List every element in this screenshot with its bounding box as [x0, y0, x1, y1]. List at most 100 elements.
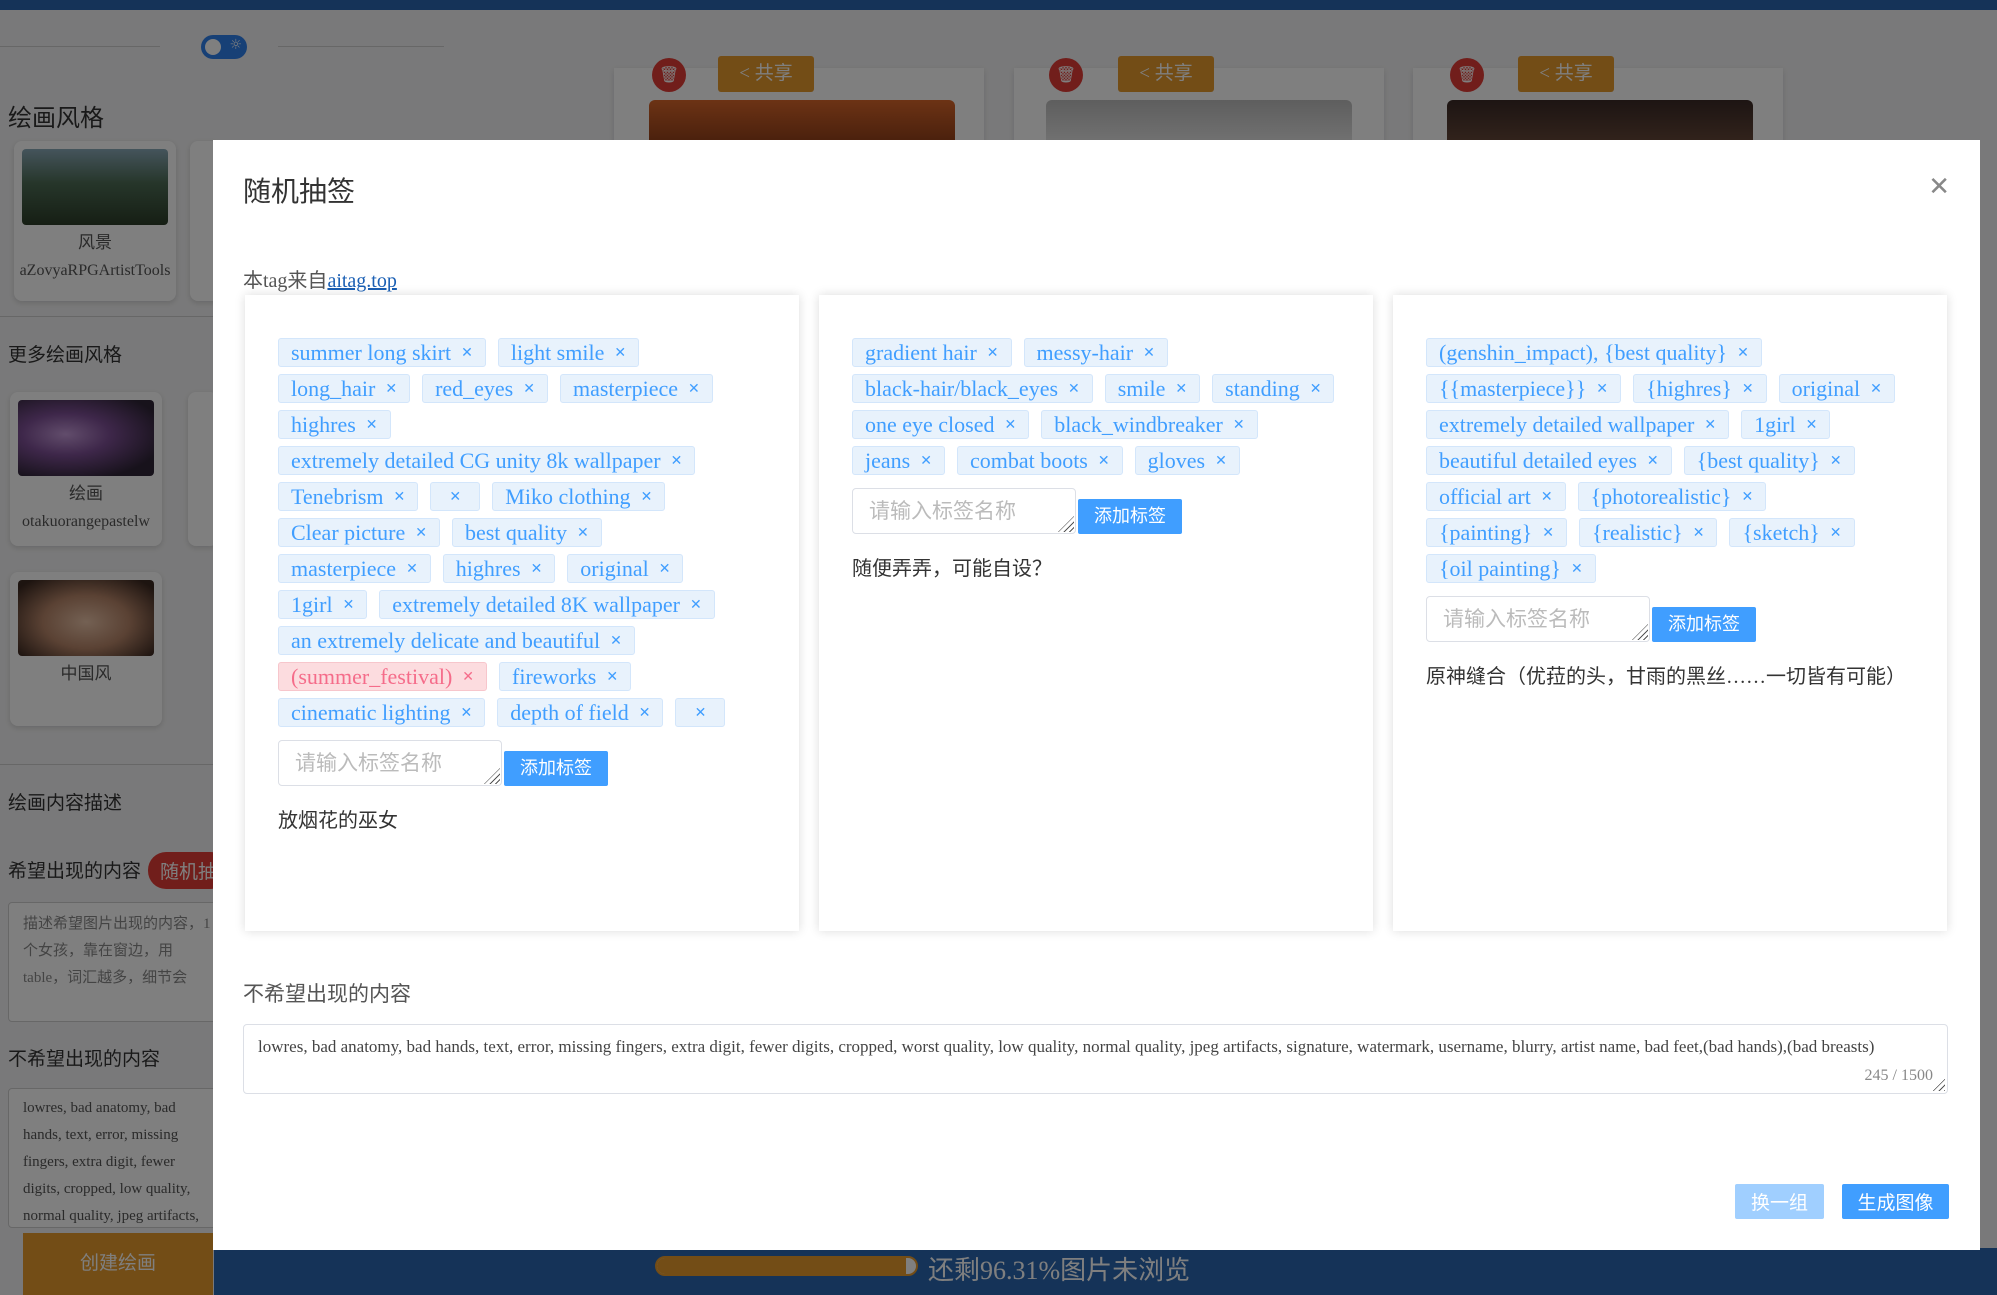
- tag-chip[interactable]: Tenebrism ✕: [278, 482, 419, 511]
- tag-close-icon[interactable]: ✕: [406, 561, 418, 577]
- tag-close-icon[interactable]: ✕: [394, 489, 406, 505]
- tag-close-icon[interactable]: ✕: [987, 345, 999, 361]
- add-tag-button[interactable]: 添加标签: [504, 751, 608, 786]
- tag-close-icon[interactable]: ✕: [1647, 453, 1659, 469]
- close-icon[interactable]: ✕: [1928, 172, 1950, 202]
- tag-chip[interactable]: smile ✕: [1104, 374, 1201, 403]
- tag-close-icon[interactable]: ✕: [1005, 417, 1017, 433]
- tag-chip[interactable]: highres ✕: [278, 410, 391, 439]
- tag-chip[interactable]: official art ✕: [1426, 482, 1566, 511]
- tag-close-icon[interactable]: ✕: [688, 381, 700, 397]
- tag-name-input[interactable]: [278, 740, 502, 786]
- tag-chip[interactable]: messy-hair ✕: [1023, 338, 1168, 367]
- add-tag-button[interactable]: 添加标签: [1652, 607, 1756, 642]
- tag-chip[interactable]: black_windbreaker ✕: [1041, 410, 1258, 439]
- tag-close-icon[interactable]: ✕: [343, 597, 355, 613]
- tag-close-icon[interactable]: ✕: [531, 561, 543, 577]
- tag-close-icon[interactable]: ✕: [614, 345, 626, 361]
- tag-close-icon[interactable]: ✕: [606, 669, 618, 685]
- tag-chip[interactable]: Clear picture ✕: [278, 518, 440, 547]
- tag-close-icon[interactable]: ✕: [1068, 381, 1080, 397]
- tag-close-icon[interactable]: ✕: [1737, 345, 1749, 361]
- tag-close-icon[interactable]: ✕: [695, 705, 707, 721]
- swap-set-button[interactable]: 换一组: [1735, 1184, 1824, 1219]
- tag-close-icon[interactable]: ✕: [920, 453, 932, 469]
- tag-close-icon[interactable]: ✕: [659, 561, 671, 577]
- tag-close-icon[interactable]: ✕: [1215, 453, 1227, 469]
- negative-prompt-textarea[interactable]: lowres, bad anatomy, bad hands, text, er…: [243, 1024, 1948, 1094]
- tag-chip[interactable]: {realistic} ✕: [1578, 518, 1718, 547]
- tag-chip[interactable]: (summer_festival) ✕: [278, 662, 488, 691]
- tag-close-icon[interactable]: ✕: [1310, 381, 1322, 397]
- tag-chip[interactable]: {sketch} ✕: [1729, 518, 1855, 547]
- tag-chip[interactable]: masterpiece ✕: [278, 554, 431, 583]
- tag-chip[interactable]: beautiful detailed eyes ✕: [1426, 446, 1672, 475]
- tag-close-icon[interactable]: ✕: [1233, 417, 1245, 433]
- tag-name-input[interactable]: [1426, 596, 1650, 642]
- tag-close-icon[interactable]: ✕: [1806, 417, 1818, 433]
- tag-close-icon[interactable]: ✕: [462, 669, 474, 685]
- tag-close-icon[interactable]: ✕: [1596, 381, 1608, 397]
- tag-close-icon[interactable]: ✕: [671, 453, 683, 469]
- tag-chip[interactable]: 1girl ✕: [278, 590, 368, 619]
- tag-close-icon[interactable]: ✕: [1870, 381, 1882, 397]
- tag-chip[interactable]: {painting} ✕: [1426, 518, 1567, 547]
- tag-chip[interactable]: black-hair/black_eyes ✕: [852, 374, 1093, 403]
- tag-close-icon[interactable]: ✕: [460, 705, 472, 721]
- tag-chip[interactable]: highres ✕: [442, 554, 556, 583]
- tag-chip[interactable]: (genshin_impact), {best quality} ✕: [1426, 338, 1762, 367]
- tag-chip[interactable]: fireworks ✕: [499, 662, 632, 691]
- tag-chip[interactable]: long_hair ✕: [278, 374, 411, 403]
- tag-close-icon[interactable]: ✕: [1742, 381, 1754, 397]
- tag-chip[interactable]: extremely detailed wallpaper ✕: [1426, 410, 1730, 439]
- tag-chip[interactable]: depth of field ✕: [497, 698, 664, 727]
- tag-close-icon[interactable]: ✕: [1571, 561, 1583, 577]
- tag-chip[interactable]: Miko clothing ✕: [492, 482, 666, 511]
- tag-close-icon[interactable]: ✕: [1693, 525, 1705, 541]
- tag-close-icon[interactable]: ✕: [1542, 525, 1554, 541]
- tag-chip[interactable]: one eye closed ✕: [852, 410, 1030, 439]
- tag-chip[interactable]: jeans ✕: [852, 446, 945, 475]
- tag-chip[interactable]: gloves ✕: [1134, 446, 1240, 475]
- tag-close-icon[interactable]: ✕: [1830, 525, 1842, 541]
- tag-chip[interactable]: {highres} ✕: [1633, 374, 1767, 403]
- tag-close-icon[interactable]: ✕: [1541, 489, 1553, 505]
- tag-chip[interactable]: standing ✕: [1212, 374, 1335, 403]
- add-tag-button[interactable]: 添加标签: [1078, 499, 1182, 534]
- source-link[interactable]: aitag.top: [327, 270, 396, 292]
- tag-chip[interactable]: extremely detailed 8K wallpaper ✕: [379, 590, 715, 619]
- tag-chip[interactable]: combat boots ✕: [956, 446, 1123, 475]
- tag-close-icon[interactable]: ✕: [1830, 453, 1842, 469]
- tag-chip[interactable]: {{masterpiece}} ✕: [1426, 374, 1622, 403]
- tag-chip[interactable]: masterpiece ✕: [559, 374, 713, 403]
- tag-chip[interactable]: original ✕: [567, 554, 684, 583]
- tag-chip[interactable]: light smile ✕: [497, 338, 640, 367]
- tag-chip[interactable]: {oil painting} ✕: [1426, 554, 1596, 583]
- tag-chip[interactable]: red_eyes ✕: [422, 374, 548, 403]
- tag-close-icon[interactable]: ✕: [385, 381, 397, 397]
- tag-close-icon[interactable]: ✕: [690, 597, 702, 613]
- tag-chip[interactable]: ✕: [430, 482, 481, 511]
- tag-close-icon[interactable]: ✕: [1741, 489, 1753, 505]
- tag-chip[interactable]: cinematic lighting ✕: [278, 698, 486, 727]
- tag-chip[interactable]: 1girl ✕: [1741, 410, 1831, 439]
- tag-close-icon[interactable]: ✕: [1143, 345, 1155, 361]
- tag-chip[interactable]: gradient hair ✕: [852, 338, 1012, 367]
- generate-image-button[interactable]: 生成图像: [1842, 1184, 1949, 1219]
- tag-chip[interactable]: {photorealistic} ✕: [1577, 482, 1767, 511]
- tag-chip[interactable]: summer long skirt ✕: [278, 338, 486, 367]
- tag-close-icon[interactable]: ✕: [577, 525, 589, 541]
- tag-close-icon[interactable]: ✕: [461, 345, 473, 361]
- tag-close-icon[interactable]: ✕: [449, 489, 461, 505]
- tag-name-input[interactable]: [852, 488, 1076, 534]
- tag-close-icon[interactable]: ✕: [1175, 381, 1187, 397]
- tag-close-icon[interactable]: ✕: [639, 705, 651, 721]
- tag-chip[interactable]: original ✕: [1778, 374, 1895, 403]
- tag-chip[interactable]: an extremely delicate and beautiful ✕: [278, 626, 635, 655]
- tag-chip[interactable]: extremely detailed CG unity 8k wallpaper…: [278, 446, 696, 475]
- tag-chip[interactable]: best quality ✕: [451, 518, 602, 547]
- tag-close-icon[interactable]: ✕: [523, 381, 535, 397]
- tag-close-icon[interactable]: ✕: [1704, 417, 1716, 433]
- tag-close-icon[interactable]: ✕: [610, 633, 622, 649]
- tag-close-icon[interactable]: ✕: [641, 489, 653, 505]
